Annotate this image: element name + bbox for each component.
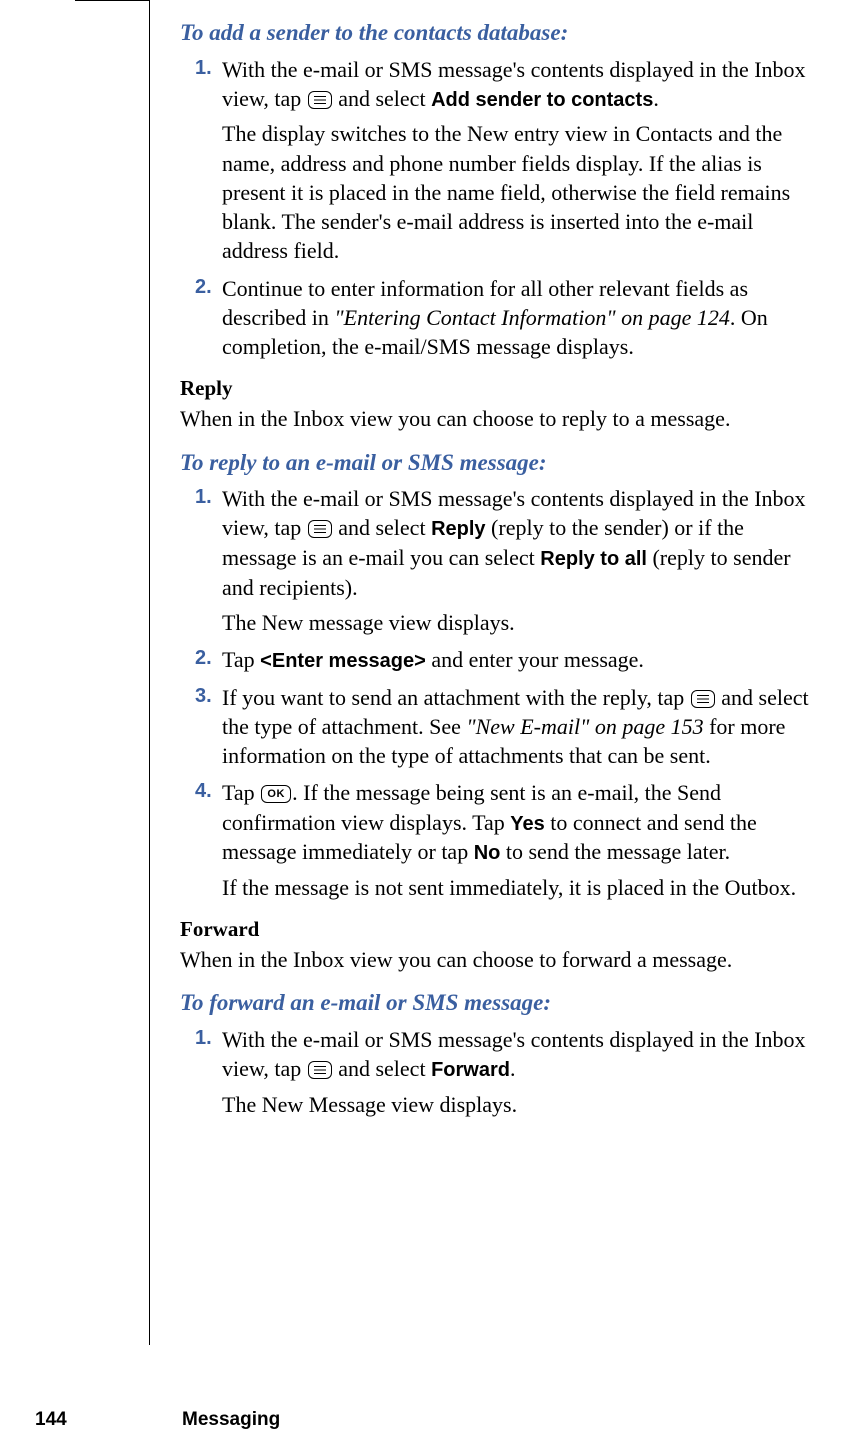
step-number: 2.	[195, 274, 212, 301]
step-followup: If the message is not sent immediately, …	[222, 873, 820, 902]
subheading-forward: Forward	[180, 916, 820, 944]
text-run: Tap	[222, 647, 260, 672]
step-body: If you want to send an attachment with t…	[222, 683, 820, 771]
steps-add-sender: 1. With the e-mail or SMS message's cont…	[180, 55, 820, 362]
text-run: Tap	[222, 780, 260, 805]
ui-label: Yes	[510, 813, 544, 835]
text-run: to send the message later.	[500, 839, 730, 864]
ui-label: No	[474, 842, 501, 864]
margin-rule	[149, 0, 150, 1345]
step-text: If you want to send an attachment with t…	[222, 683, 820, 771]
ui-label: Reply	[431, 518, 485, 540]
cross-reference: "Entering Contact Information" on page 1…	[334, 305, 730, 330]
step-number: 2.	[195, 645, 212, 672]
step-number: 4.	[195, 778, 212, 805]
text-run: and select	[333, 86, 431, 111]
menu-icon	[691, 690, 715, 708]
step-body: With the e-mail or SMS message's content…	[222, 484, 820, 637]
step-number: 1.	[195, 1025, 212, 1052]
ui-label: Forward	[431, 1059, 510, 1081]
step-followup: The display switches to the New entry vi…	[222, 119, 820, 265]
margin-tick	[75, 0, 149, 1]
step-item: 4. Tap . If the message being sent is an…	[180, 778, 820, 902]
step-item: 1. With the e-mail or SMS message's cont…	[180, 484, 820, 637]
procedure-heading-reply: To reply to an e-mail or SMS message:	[180, 448, 820, 479]
step-item: 2. Tap <Enter message> and enter your me…	[180, 645, 820, 675]
step-body: Tap . If the message being sent is an e-…	[222, 778, 820, 902]
page-number: 144	[35, 1409, 67, 1431]
step-number: 3.	[195, 683, 212, 710]
menu-icon	[308, 520, 332, 538]
steps-reply: 1. With the e-mail or SMS message's cont…	[180, 484, 820, 902]
step-item: 3. If you want to send an attachment wit…	[180, 683, 820, 771]
steps-forward: 1. With the e-mail or SMS message's cont…	[180, 1025, 820, 1119]
procedure-heading-add-sender: To add a sender to the contacts database…	[180, 18, 820, 49]
text-run: and select	[333, 1056, 431, 1081]
step-body: With the e-mail or SMS message's content…	[222, 1025, 820, 1119]
step-followup: The New Message view displays.	[222, 1090, 820, 1119]
subheading-reply: Reply	[180, 375, 820, 403]
text-run: .	[653, 86, 659, 111]
step-number: 1.	[195, 55, 212, 82]
procedure-heading-forward: To forward an e-mail or SMS message:	[180, 988, 820, 1019]
step-body: Tap <Enter message> and enter your messa…	[222, 645, 820, 675]
step-item: 1. With the e-mail or SMS message's cont…	[180, 1025, 820, 1119]
page-content: To add a sender to the contacts database…	[180, 18, 820, 1127]
cross-reference: "New E-mail" on page 153	[466, 714, 703, 739]
step-body: With the e-mail or SMS message's content…	[222, 55, 820, 266]
menu-icon	[308, 91, 332, 109]
ui-label: Add sender to contacts	[431, 89, 653, 111]
text-run: If you want to send an attachment with t…	[222, 685, 690, 710]
step-text: With the e-mail or SMS message's content…	[222, 484, 820, 602]
step-number: 1.	[195, 484, 212, 511]
step-followup: The New message view displays.	[222, 608, 820, 637]
step-text: With the e-mail or SMS message's content…	[222, 55, 820, 114]
text-run: and select	[333, 515, 431, 540]
menu-icon	[308, 1061, 332, 1079]
step-text: Continue to enter information for all ot…	[222, 274, 820, 362]
step-item: 2. Continue to enter information for all…	[180, 274, 820, 362]
step-text: Tap <Enter message> and enter your messa…	[222, 645, 820, 675]
step-body: Continue to enter information for all ot…	[222, 274, 820, 362]
step-text: Tap . If the message being sent is an e-…	[222, 778, 820, 866]
section-name: Messaging	[182, 1409, 280, 1431]
step-text: With the e-mail or SMS message's content…	[222, 1025, 820, 1084]
manual-page: To add a sender to the contacts database…	[0, 0, 859, 1439]
body-paragraph: When in the Inbox view you can choose to…	[180, 945, 820, 974]
text-run: and enter your message.	[426, 647, 644, 672]
ui-label: Reply to all	[540, 548, 647, 570]
step-item: 1. With the e-mail or SMS message's cont…	[180, 55, 820, 266]
ok-icon	[261, 785, 291, 803]
text-run: .	[510, 1056, 516, 1081]
body-paragraph: When in the Inbox view you can choose to…	[180, 404, 820, 433]
ui-label: <Enter message>	[260, 650, 426, 672]
